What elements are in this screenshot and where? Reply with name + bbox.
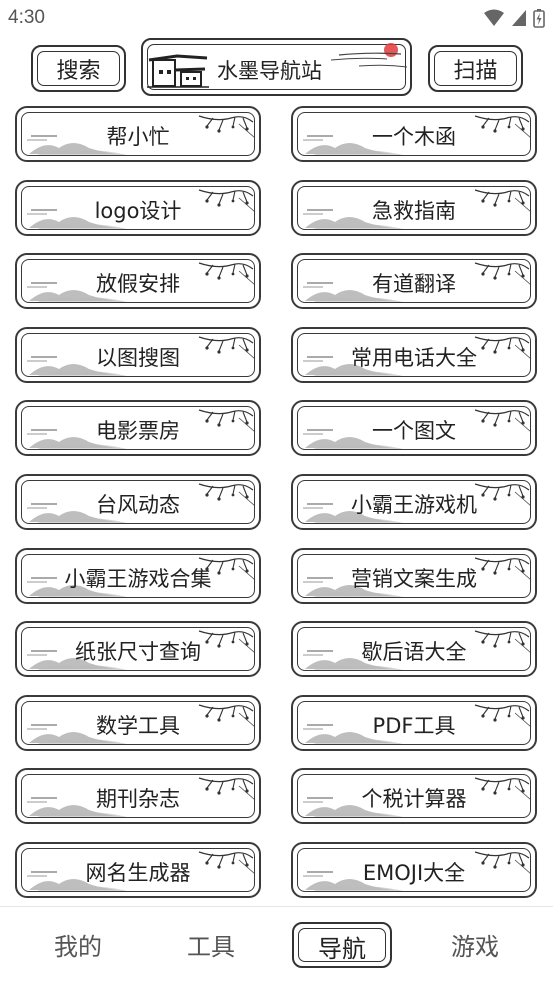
tool-card-label: 一个木函	[372, 125, 456, 149]
title-banner: 水墨导航站	[141, 38, 412, 96]
tool-card-label: 营销文案生成	[351, 567, 477, 591]
nav-tab-mine[interactable]: 我的	[28, 927, 128, 962]
battery-icon	[533, 9, 545, 28]
tool-card-label: 电影票房	[96, 419, 180, 443]
wifi-icon	[484, 9, 504, 26]
tool-card-label: 常用电话大全	[351, 346, 477, 370]
scan-button-label: 扫描	[453, 58, 498, 84]
header: 搜索 水墨导航站 扫描	[0, 36, 553, 102]
scan-button[interactable]: 扫描	[428, 45, 523, 92]
tool-card[interactable]: 台风动态	[15, 474, 261, 530]
tool-card[interactable]: 一个木函	[291, 106, 537, 162]
tool-card[interactable]: 个税计算器	[291, 768, 537, 824]
tool-card[interactable]: 常用电话大全	[291, 327, 537, 383]
tool-card[interactable]: 急救指南	[291, 180, 537, 236]
bottom-nav: 我的 工具 导航 游戏	[0, 906, 553, 984]
tool-card-label: 期刊杂志	[96, 787, 180, 811]
nav-tab-label: 游戏	[451, 933, 499, 961]
nav-tab-label: 导航	[318, 935, 366, 963]
nav-tab-navigation[interactable]: 导航	[292, 922, 392, 968]
status-bar: 4:30	[0, 0, 553, 36]
search-button-label: 搜索	[56, 58, 101, 84]
tool-card-label: 网名生成器	[85, 861, 191, 885]
tool-card[interactable]: logo设计	[15, 180, 261, 236]
status-icons	[483, 8, 545, 28]
tool-card-label: 以图搜图	[96, 346, 180, 370]
tool-card-label: 个税计算器	[361, 787, 467, 811]
page-title: 水墨导航站	[217, 59, 322, 83]
nav-tab-label: 我的	[54, 933, 102, 961]
tool-card-label: 帮小忙	[106, 125, 170, 149]
tool-card-label: logo设计	[94, 199, 182, 223]
status-time: 4:30	[8, 7, 45, 28]
tool-card-label: 急救指南	[372, 199, 456, 223]
tool-card[interactable]: 纸张尺寸查询	[15, 621, 261, 677]
tool-card-label: EMOJI大全	[362, 861, 466, 885]
tool-card-label: 小霸王游戏合集	[64, 567, 212, 591]
tool-card-label: 有道翻译	[372, 272, 456, 296]
signal-icon	[512, 10, 526, 26]
tool-card[interactable]: 以图搜图	[15, 327, 261, 383]
tool-card-label: 歇后语大全	[361, 640, 467, 664]
tool-card[interactable]: 网名生成器	[15, 842, 261, 898]
nav-tab-tools[interactable]: 工具	[161, 927, 261, 962]
tool-card[interactable]: 放假安排	[15, 253, 261, 309]
tool-card[interactable]: 数学工具	[15, 695, 261, 751]
tool-card[interactable]: 小霸王游戏合集	[15, 548, 261, 604]
tool-card[interactable]: 一个图文	[291, 400, 537, 456]
tool-card-label: 小霸王游戏机	[351, 493, 477, 517]
tool-card-label: 放假安排	[96, 272, 180, 296]
tool-card-label: 一个图文	[372, 419, 456, 443]
tool-card[interactable]: 小霸王游戏机	[291, 474, 537, 530]
tool-card[interactable]: PDF工具	[291, 695, 537, 751]
house-icon	[147, 54, 209, 88]
tool-card[interactable]: 营销文案生成	[291, 548, 537, 604]
search-button[interactable]: 搜索	[31, 45, 126, 92]
tool-card[interactable]: 有道翻译	[291, 253, 537, 309]
tool-card[interactable]: 帮小忙	[15, 106, 261, 162]
nav-tab-games[interactable]: 游戏	[425, 927, 525, 962]
tool-card[interactable]: EMOJI大全	[291, 842, 537, 898]
tool-card-label: 台风动态	[96, 493, 180, 517]
tool-card-label: PDF工具	[372, 714, 456, 738]
tool-card[interactable]: 电影票房	[15, 400, 261, 456]
sun-decoration-icon	[330, 43, 408, 68]
tool-card[interactable]: 期刊杂志	[15, 768, 261, 824]
tool-card-label: 纸张尺寸查询	[75, 640, 201, 664]
tool-card[interactable]: 歇后语大全	[291, 621, 537, 677]
nav-tab-label: 工具	[187, 933, 235, 961]
tool-card-label: 数学工具	[96, 714, 180, 738]
